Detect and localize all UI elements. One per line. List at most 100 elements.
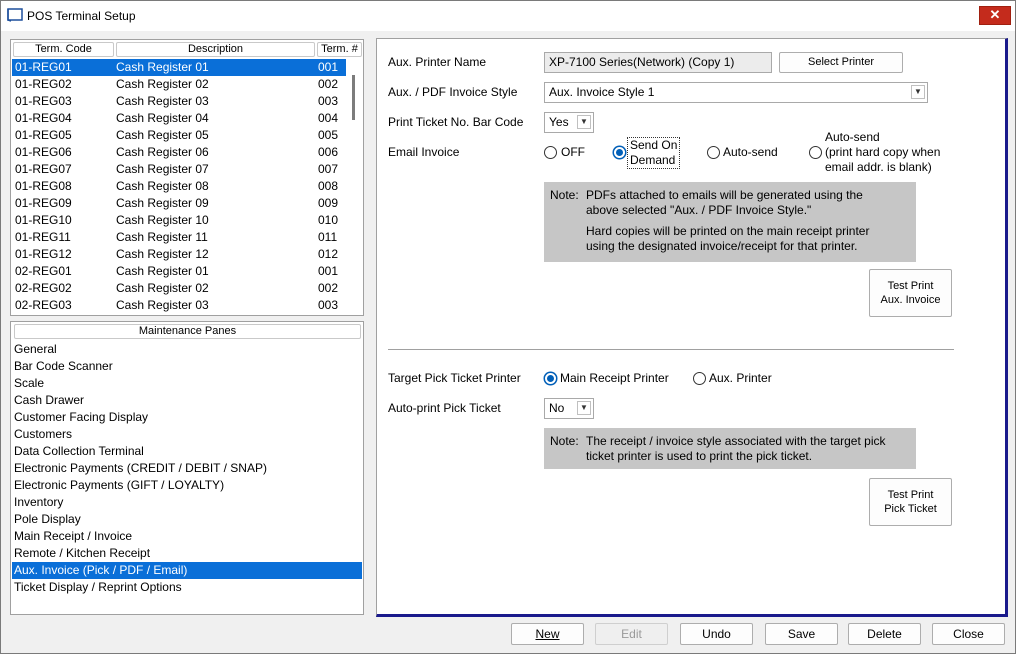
save-button[interactable]: Save <box>765 623 838 645</box>
test-print-aux-invoice-button[interactable]: Test Print Aux. Invoice <box>869 269 952 317</box>
maintenance-pane-item[interactable]: Customer Facing Display <box>12 409 362 426</box>
terminal-num-cell: 004 <box>318 111 339 125</box>
terminal-row[interactable]: 01-REG09 Cash Register 09 009 <box>12 195 346 212</box>
terminal-row[interactable]: 02-REG02 Cash Register 02 002 <box>12 280 346 297</box>
email-off-radio[interactable] <box>544 146 557 159</box>
new-button[interactable]: New <box>511 623 584 645</box>
terminal-description-cell: Cash Register 01 <box>116 60 209 74</box>
terminal-row[interactable]: 01-REG12 Cash Register 12 012 <box>12 246 346 263</box>
note-line: PDFs attached to emails will be generate… <box>586 188 863 202</box>
terminal-row[interactable]: 01-REG11 Cash Register 11 011 <box>12 229 346 246</box>
terminal-description-cell: Cash Register 02 <box>116 281 209 295</box>
delete-button[interactable]: Delete <box>848 623 921 645</box>
terminal-num-cell: 002 <box>318 77 339 91</box>
autoprint-select[interactable]: No ▼ <box>544 398 594 419</box>
window-title: POS Terminal Setup <box>27 9 136 23</box>
terminal-row[interactable]: 01-REG06 Cash Register 06 006 <box>12 144 346 161</box>
email-off-label[interactable]: OFF <box>561 145 585 159</box>
maintenance-pane-item[interactable]: Aux. Invoice (Pick / PDF / Email) <box>12 562 362 579</box>
terminal-list-scrollbar[interactable] <box>352 75 355 120</box>
terminal-row[interactable]: 01-REG03 Cash Register 03 003 <box>12 93 346 110</box>
send-on-demand-line2: Demand <box>630 153 676 167</box>
terminal-code-cell: 02-REG03 <box>15 298 72 312</box>
terminal-row[interactable]: 01-REG08 Cash Register 08 008 <box>12 178 346 195</box>
window-close-button[interactable]: ✕ <box>979 6 1011 25</box>
aux-printer-label: Aux. Printer Name <box>388 55 487 69</box>
terminal-code-cell: 02-REG02 <box>15 281 72 295</box>
maintenance-pane-item[interactable]: Bar Code Scanner <box>12 358 362 375</box>
terminal-row[interactable]: 02-REG01 Cash Register 01 001 <box>12 263 346 280</box>
maintenance-pane-item[interactable]: Customers <box>12 426 362 443</box>
terminal-description-cell: Cash Register 12 <box>116 247 209 261</box>
title-bar: POS Terminal Setup ✕ <box>1 1 1015 31</box>
test-print-pick-line2: Pick Ticket <box>884 503 937 515</box>
terminal-code-cell: 01-REG11 <box>15 230 71 244</box>
column-header-term-code[interactable]: Term. Code <box>13 42 114 57</box>
column-header-description[interactable]: Description <box>116 42 315 57</box>
maintenance-panes-list: Maintenance Panes General Bar Code Scanne… <box>10 321 364 615</box>
maintenance-pane-item[interactable]: General <box>12 341 362 358</box>
maintenance-pane-item[interactable]: Electronic Payments (CREDIT / DEBIT / SN… <box>12 460 362 477</box>
terminal-row[interactable]: 01-REG04 Cash Register 04 004 <box>12 110 346 127</box>
undo-button[interactable]: Undo <box>680 623 753 645</box>
terminal-row[interactable]: 01-REG02 Cash Register 02 002 <box>12 76 346 93</box>
invoice-style-value: Aux. Invoice Style 1 <box>549 85 655 99</box>
terminal-code-cell: 01-REG08 <box>15 179 72 193</box>
terminal-row[interactable]: 02-REG03 Cash Register 03 003 <box>12 297 346 314</box>
select-printer-button[interactable]: Select Printer <box>779 52 903 73</box>
terminal-row[interactable]: 01-REG01 Cash Register 01 001 <box>12 59 346 76</box>
terminal-num-cell: 003 <box>318 94 339 108</box>
invoice-style-select[interactable]: Aux. Invoice Style 1 ▼ <box>544 82 928 103</box>
terminal-num-cell: 003 <box>318 298 339 312</box>
note-label: Note: <box>550 434 579 448</box>
pick-main-receipt-label[interactable]: Main Receipt Printer <box>560 371 669 385</box>
email-auto-send-label[interactable]: Auto-send <box>723 145 778 159</box>
auto-send-blank-line3: email addr. is blank) <box>825 160 932 174</box>
test-print-pick-ticket-button[interactable]: Test Print Pick Ticket <box>869 478 952 526</box>
terminal-num-cell: 002 <box>318 281 339 295</box>
terminal-num-cell: 010 <box>318 213 339 227</box>
maintenance-pane-item[interactable]: Scale <box>12 375 362 392</box>
select-printer-label: Select Printer <box>807 56 875 68</box>
maintenance-pane-item[interactable]: Remote / Kitchen Receipt <box>12 545 362 562</box>
test-print-aux-line1: Test Print <box>887 280 934 292</box>
terminal-row[interactable]: 01-REG10 Cash Register 10 010 <box>12 212 346 229</box>
barcode-select[interactable]: Yes ▼ <box>544 112 594 133</box>
email-auto-send-radio[interactable] <box>707 146 720 159</box>
auto-send-blank-line2: (print hard copy when <box>825 145 941 159</box>
terminal-row[interactable]: 01-REG07 Cash Register 07 007 <box>12 161 346 178</box>
maintenance-panes-header: Maintenance Panes <box>14 324 361 339</box>
barcode-value: Yes <box>549 115 569 129</box>
terminal-code-cell: 01-REG05 <box>15 128 72 142</box>
invoice-style-label: Aux. / PDF Invoice Style <box>388 85 518 99</box>
close-button[interactable]: Close <box>932 623 1005 645</box>
maintenance-pane-item[interactable]: Cash Drawer <box>12 392 362 409</box>
pick-main-receipt-radio[interactable] <box>544 372 557 385</box>
terminal-num-cell: 005 <box>318 128 339 142</box>
email-send-on-demand-label[interactable]: Send On Demand <box>627 137 681 169</box>
terminal-code-cell: 01-REG02 <box>15 77 72 91</box>
maintenance-pane-item[interactable]: Ticket Display / Reprint Options <box>12 579 362 596</box>
pick-aux-printer-label[interactable]: Aux. Printer <box>709 371 772 385</box>
auto-send-blank-line1: Auto-send <box>825 130 880 144</box>
close-label: Close <box>953 627 984 641</box>
email-auto-send-blank-label[interactable]: Auto-send (print hard copy when email ad… <box>825 130 940 175</box>
terminal-row[interactable]: 01-REG05 Cash Register 05 005 <box>12 127 346 144</box>
terminal-description-cell: Cash Register 02 <box>116 77 209 91</box>
maintenance-pane-item[interactable]: Inventory <box>12 494 362 511</box>
pick-aux-printer-radio[interactable] <box>693 372 706 385</box>
terminal-num-cell: 007 <box>318 162 339 176</box>
email-send-on-demand-radio[interactable] <box>613 146 626 159</box>
maintenance-pane-item[interactable]: Electronic Payments (GIFT / LOYALTY) <box>12 477 362 494</box>
terminal-description-cell: Cash Register 08 <box>116 179 209 193</box>
terminal-code-cell: 01-REG04 <box>15 111 72 125</box>
maintenance-pane-item[interactable]: Main Receipt / Invoice <box>12 528 362 545</box>
terminal-description-cell: Cash Register 05 <box>116 128 209 142</box>
maintenance-pane-item[interactable]: Data Collection Terminal <box>12 443 362 460</box>
column-header-term-num[interactable]: Term. # <box>317 42 362 57</box>
email-auto-send-blank-radio[interactable] <box>809 146 822 159</box>
test-print-pick-line1: Test Print <box>887 489 934 501</box>
maintenance-pane-item[interactable]: Pole Display <box>12 511 362 528</box>
terminal-description-cell: Cash Register 11 <box>116 230 208 244</box>
edit-button[interactable]: Edit <box>595 623 668 645</box>
